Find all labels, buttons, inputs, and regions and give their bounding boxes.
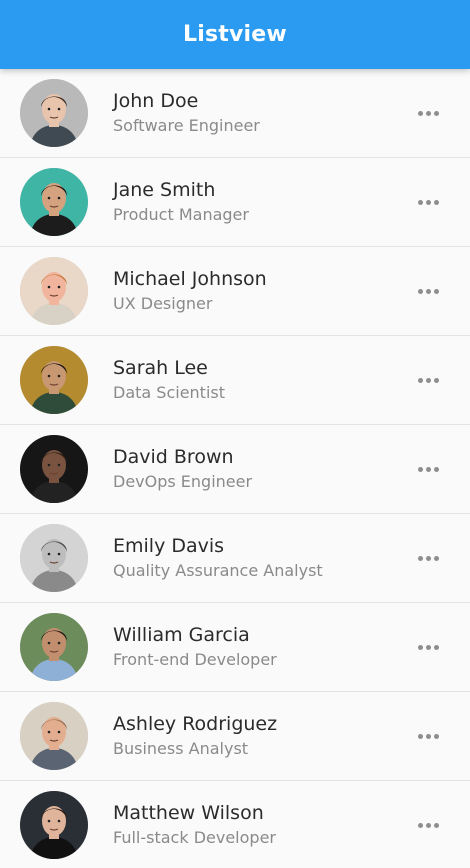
more-horizontal-icon[interactable] [408, 716, 448, 756]
dot [433, 822, 439, 828]
avatar-photo [20, 791, 88, 859]
avatar-photo [20, 613, 88, 681]
list-item-text: William Garcia Front-end Developer [113, 623, 408, 671]
dot [433, 377, 439, 383]
list-item-text: Jane Smith Product Manager [113, 178, 408, 226]
contact-role: Business Analyst [113, 739, 249, 758]
contact-name: John Doe [113, 90, 199, 112]
avatar[interactable] [20, 435, 88, 503]
list-item[interactable]: Michael Johnson UX Designer [0, 247, 470, 336]
dot [417, 555, 423, 561]
dot [417, 822, 423, 828]
contact-role: UX Designer [113, 294, 213, 313]
page-title: Listview [183, 22, 287, 47]
list-item[interactable]: Sarah Lee Data Scientist [0, 336, 470, 425]
contact-role: Full-stack Developer [113, 828, 276, 847]
contact-role: Software Engineer [113, 116, 260, 135]
dot [417, 110, 423, 116]
more-horizontal-icon[interactable] [408, 449, 448, 489]
list-item-text: Sarah Lee Data Scientist [113, 356, 408, 404]
app-screen: Listview John Doe Software Engineer Jane S… [0, 0, 470, 868]
avatar-photo [20, 435, 88, 503]
more-horizontal-icon[interactable] [408, 805, 448, 845]
list-item-text: John Doe Software Engineer [113, 89, 408, 137]
list-item-text: Matthew Wilson Full-stack Developer [113, 801, 408, 849]
dot [417, 377, 423, 383]
list-item[interactable]: Matthew Wilson Full-stack Developer [0, 781, 470, 868]
dot [425, 644, 431, 650]
contact-name: Jane Smith [113, 179, 216, 201]
list-item[interactable]: David Brown DevOps Engineer [0, 425, 470, 514]
more-horizontal-icon[interactable] [408, 538, 448, 578]
avatar-photo [20, 79, 88, 147]
dot [425, 377, 431, 383]
avatar-photo [20, 257, 88, 325]
avatar[interactable] [20, 257, 88, 325]
contact-name: Sarah Lee [113, 357, 208, 379]
contact-role: Front-end Developer [113, 650, 277, 669]
avatar[interactable] [20, 346, 88, 414]
contact-role: Data Scientist [113, 383, 225, 402]
contact-name: William Garcia [113, 624, 250, 646]
list-item[interactable]: William Garcia Front-end Developer [0, 603, 470, 692]
dot [417, 199, 423, 205]
avatar[interactable] [20, 791, 88, 859]
contact-name: Michael Johnson [113, 268, 267, 290]
dot [425, 199, 431, 205]
avatar[interactable] [20, 613, 88, 681]
dot [433, 555, 439, 561]
dot [433, 466, 439, 472]
list-item[interactable]: Ashley Rodriguez Business Analyst [0, 692, 470, 781]
dot [425, 733, 431, 739]
dot [417, 644, 423, 650]
dot [433, 288, 439, 294]
dot [425, 110, 431, 116]
avatar[interactable] [20, 524, 88, 592]
more-horizontal-icon[interactable] [408, 271, 448, 311]
dot [417, 288, 423, 294]
contact-name: Emily Davis [113, 535, 225, 557]
contact-name: David Brown [113, 446, 234, 468]
contact-name: Matthew Wilson [113, 802, 264, 824]
contact-role: DevOps Engineer [113, 472, 253, 491]
dot [425, 466, 431, 472]
app-bar: Listview [0, 0, 470, 69]
list-item[interactable]: John Doe Software Engineer [0, 69, 470, 158]
contact-role: Quality Assurance Analyst [113, 561, 323, 580]
dot [433, 733, 439, 739]
list-item-text: Ashley Rodriguez Business Analyst [113, 712, 408, 760]
avatar[interactable] [20, 168, 88, 236]
more-horizontal-icon[interactable] [408, 182, 448, 222]
list-item-text: Emily Davis Quality Assurance Analyst [113, 534, 408, 582]
more-horizontal-icon[interactable] [408, 360, 448, 400]
more-horizontal-icon[interactable] [408, 93, 448, 133]
more-horizontal-icon[interactable] [408, 627, 448, 667]
dot [433, 644, 439, 650]
avatar-photo [20, 702, 88, 770]
dot [417, 733, 423, 739]
dot [433, 110, 439, 116]
list-item-text: David Brown DevOps Engineer [113, 445, 408, 493]
dot [433, 199, 439, 205]
avatar-photo [20, 524, 88, 592]
avatar[interactable] [20, 79, 88, 147]
avatar[interactable] [20, 702, 88, 770]
dot [417, 466, 423, 472]
contact-role: Product Manager [113, 205, 249, 224]
list-item[interactable]: Emily Davis Quality Assurance Analyst [0, 514, 470, 603]
contact-list: John Doe Software Engineer Jane Smith Produ… [0, 69, 470, 868]
list-item-text: Michael Johnson UX Designer [113, 267, 408, 315]
dot [425, 288, 431, 294]
list-item[interactable]: Jane Smith Product Manager [0, 158, 470, 247]
dot [425, 822, 431, 828]
contact-name: Ashley Rodriguez [113, 713, 278, 735]
avatar-photo [20, 168, 88, 236]
avatar-photo [20, 346, 88, 414]
dot [425, 555, 431, 561]
